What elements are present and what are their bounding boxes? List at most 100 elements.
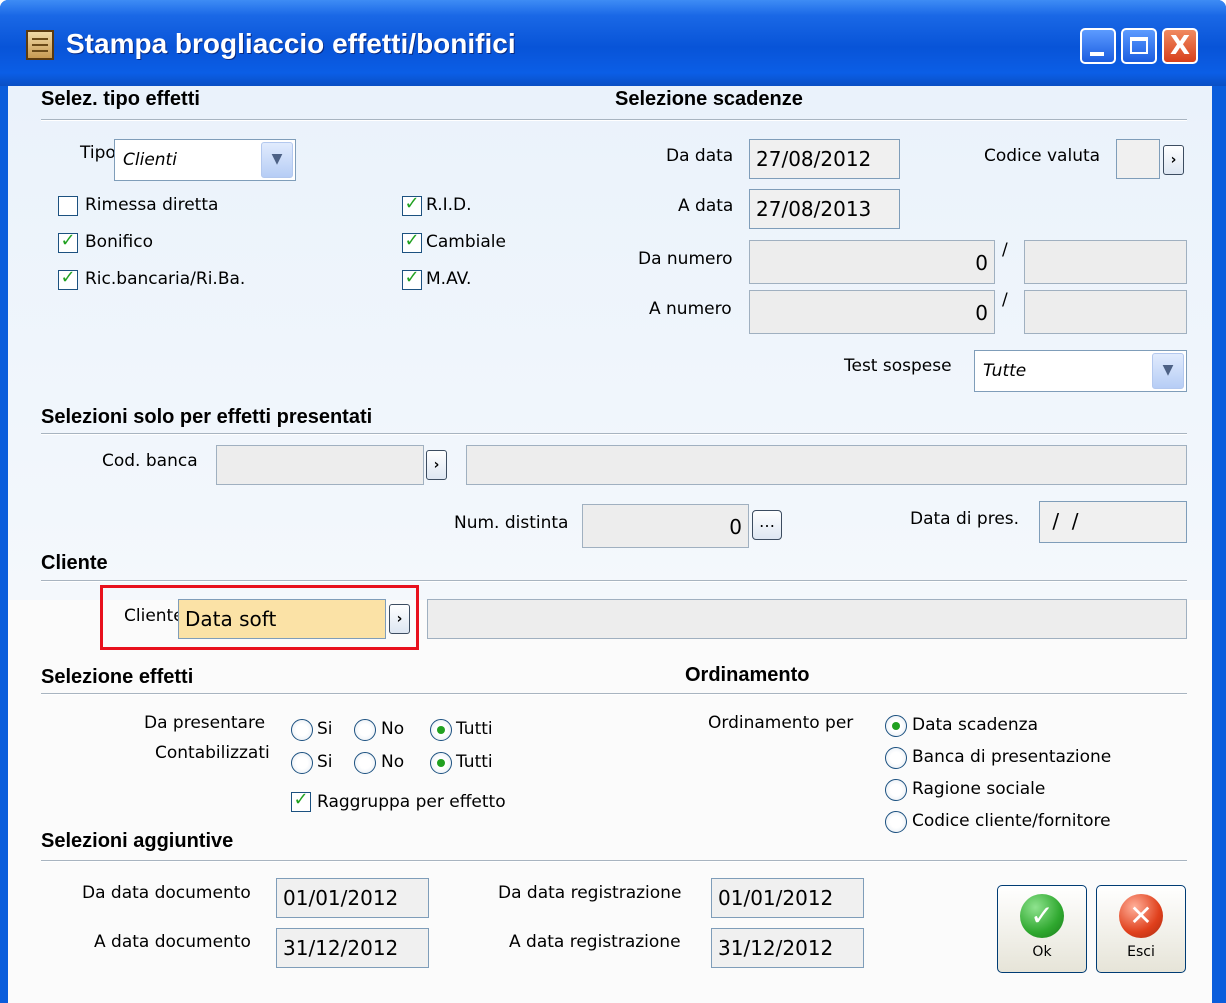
riba-label: Ric.bancaria/Ri.Ba.: [85, 269, 246, 289]
divider: [41, 580, 1187, 582]
contabilizzati-si-radio[interactable]: [291, 752, 313, 774]
da-data-doc-field[interactable]: 01/01/2012: [276, 878, 429, 918]
opt-si-label: Si: [317, 719, 333, 739]
num-distinta-label: Num. distinta: [454, 513, 569, 533]
maximize-button[interactable]: [1121, 28, 1157, 64]
da-presentare-tutti-radio[interactable]: [430, 719, 452, 741]
da-presentare-label: Da presentare: [144, 713, 266, 733]
cod-banca-label: Cod. banca: [102, 451, 198, 471]
contabilizzati-no-radio[interactable]: [354, 752, 376, 774]
chevron-down-icon[interactable]: ▼: [261, 142, 293, 178]
highlight-box: [100, 585, 419, 650]
ord-option-label: Ragione sociale: [912, 779, 1046, 799]
test-sospese-value: Tutte: [983, 361, 1027, 381]
sel-scadenze-heading: Selezione scadenze: [615, 88, 803, 110]
checkmark-icon: ✓: [1020, 894, 1064, 938]
checkmark-icon: ✓: [404, 193, 420, 214]
cod-banca-field[interactable]: [216, 445, 424, 485]
num-distinta-field[interactable]: 0: [582, 504, 749, 548]
slash-label: /: [1002, 240, 1008, 260]
da-numero-label: Da numero: [638, 249, 733, 269]
zoom-banca-button[interactable]: ›: [426, 450, 447, 480]
check-raggruppa[interactable]: ✓: [291, 789, 311, 812]
maximize-icon: [1130, 37, 1148, 54]
rimessa-diretta-label: Rimessa diretta: [85, 195, 219, 215]
a-numero-field[interactable]: 0: [749, 290, 995, 334]
a-numero-label: A numero: [649, 299, 732, 319]
a-serie-field[interactable]: [1024, 290, 1187, 334]
banca-desc-field: [466, 445, 1187, 485]
check-rid[interactable]: ✓: [402, 193, 422, 216]
ord-banca-radio[interactable]: [885, 747, 907, 769]
ok-label: Ok: [1032, 944, 1052, 960]
contabilizzati-tutti-radio[interactable]: [430, 752, 452, 774]
da-data-reg-field[interactable]: 01/01/2012: [711, 878, 864, 918]
a-data-reg-label: A data registrazione: [509, 932, 681, 952]
codice-valuta-field[interactable]: [1116, 139, 1160, 179]
a-data-field[interactable]: 27/08/2013: [749, 189, 900, 229]
da-presentare-si-radio[interactable]: [291, 719, 313, 741]
check-cambiale[interactable]: ✓: [402, 230, 422, 253]
ordinamento-label: Ordinamento per: [708, 713, 854, 733]
slash-label: /: [1002, 290, 1008, 310]
presentati-heading: Selezioni solo per effetti presentati: [41, 406, 373, 428]
close-icon: X: [1169, 31, 1191, 61]
raggruppa-label: Raggruppa per effetto: [317, 792, 506, 812]
rid-label: R.I.D.: [426, 195, 472, 215]
tipo-select[interactable]: Clienti ▼: [114, 139, 296, 181]
test-sospese-label: Test sospese: [844, 356, 952, 376]
a-data-doc-label: A data documento: [94, 932, 251, 952]
sel-tipo-heading: Selez. tipo effetti: [41, 88, 200, 110]
ok-button[interactable]: ✓ Ok: [997, 885, 1087, 973]
close-icon: ✕: [1119, 894, 1163, 938]
divider: [41, 860, 1187, 862]
close-button[interactable]: X: [1162, 28, 1198, 64]
opt-tutti-label: Tutti: [456, 719, 493, 739]
ord-option-label: Data scadenza: [912, 715, 1038, 735]
data-pres-label: Data di pres.: [910, 509, 1020, 529]
minimize-button[interactable]: [1080, 28, 1116, 64]
opt-no-label: No: [381, 719, 405, 739]
da-serie-field[interactable]: [1024, 240, 1187, 284]
check-rimessa-diretta[interactable]: [58, 196, 78, 216]
ord-data-scadenza-radio[interactable]: [885, 715, 907, 737]
ord-ragione-sociale-radio[interactable]: [885, 779, 907, 801]
contabilizzati-label: Contabilizzati: [155, 743, 270, 763]
divider: [41, 119, 1187, 121]
check-mav[interactable]: ✓: [402, 267, 422, 290]
cliente-desc-field: [427, 599, 1187, 639]
da-data-label: Da data: [666, 146, 734, 166]
opt-no-label: No: [381, 752, 405, 772]
divider: [41, 693, 1187, 695]
minimize-icon: [1090, 52, 1104, 56]
data-pres-field[interactable]: / /: [1039, 501, 1187, 543]
app-icon: [26, 30, 54, 60]
esci-button[interactable]: ✕ Esci: [1096, 885, 1186, 973]
aggiuntive-heading: Selezioni aggiuntive: [41, 830, 234, 852]
a-data-doc-field[interactable]: 31/12/2012: [276, 928, 429, 968]
a-data-reg-field[interactable]: 31/12/2012: [711, 928, 864, 968]
da-data-field[interactable]: 27/08/2012: [749, 139, 900, 179]
opt-si-label: Si: [317, 752, 333, 772]
check-bonifico[interactable]: ✓: [58, 230, 78, 253]
da-presentare-no-radio[interactable]: [354, 719, 376, 741]
check-riba[interactable]: ✓: [58, 267, 78, 290]
zoom-valuta-button[interactable]: ›: [1163, 145, 1184, 175]
dialog-body: Selez. tipo effetti Tipo Clienti ▼ Rimes…: [8, 86, 1212, 1003]
cliente-heading: Cliente: [41, 552, 108, 574]
ord-option-label: Codice cliente/fornitore: [912, 811, 1111, 831]
codice-valuta-label: Codice valuta: [984, 146, 1101, 166]
checkmark-icon: ✓: [60, 267, 76, 288]
checkmark-icon: ✓: [293, 789, 309, 810]
tipo-label: Tipo: [80, 143, 116, 163]
tipo-value: Clienti: [123, 150, 177, 170]
ord-codice-radio[interactable]: [885, 811, 907, 833]
test-sospese-select[interactable]: Tutte ▼: [974, 350, 1187, 392]
title-bar[interactable]: Stampa brogliaccio effetti/bonifici X: [0, 0, 1226, 86]
dialog-window: Stampa brogliaccio effetti/bonifici X Se…: [0, 0, 1226, 1003]
sel-effetti-heading: Selezione effetti: [41, 666, 194, 688]
browse-distinta-button[interactable]: …: [752, 510, 782, 540]
mav-label: M.AV.: [426, 269, 472, 289]
da-numero-field[interactable]: 0: [749, 240, 995, 284]
chevron-down-icon[interactable]: ▼: [1152, 353, 1184, 389]
